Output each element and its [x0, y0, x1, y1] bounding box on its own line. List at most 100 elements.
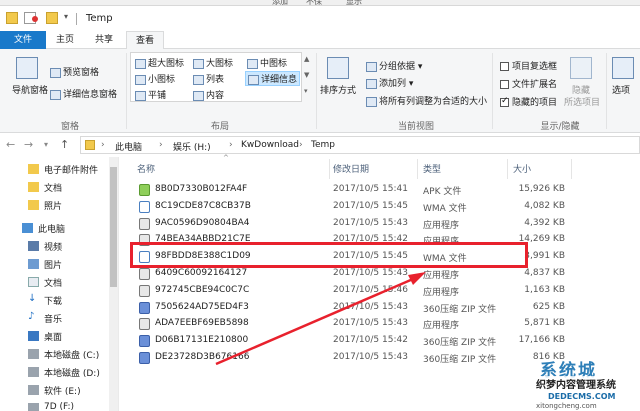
preview-pane-button[interactable]: 预览窗格: [50, 65, 99, 78]
scrollbar-thumb[interactable]: [110, 167, 117, 287]
sidebar-item-drive-f[interactable]: 7D (F:): [0, 399, 118, 411]
nav-pane-icon[interactable]: [16, 57, 38, 79]
sidebar-item-documents[interactable]: 文档: [0, 178, 118, 196]
column-divider[interactable]: [507, 159, 508, 179]
column-header-size[interactable]: 大小: [513, 162, 531, 175]
recent-locations-icon[interactable]: ▾: [44, 140, 48, 149]
sidebar-item-photos[interactable]: 照片: [0, 196, 118, 214]
file-size: 1,163 KB: [524, 284, 565, 295]
group-label-panes: 窗格: [60, 122, 79, 132]
item-checkboxes-toggle[interactable]: 项目复选框: [500, 59, 557, 72]
column-divider[interactable]: [329, 159, 330, 179]
item-checkboxes-checkbox[interactable]: [500, 62, 509, 71]
hidden-items-checkbox[interactable]: [500, 96, 509, 107]
options-button[interactable]: 选项: [612, 83, 630, 96]
layout-list[interactable]: 列表: [193, 72, 224, 85]
title-divider: [76, 13, 77, 25]
column-divider[interactable]: [571, 159, 572, 179]
tab-share[interactable]: 共享: [86, 31, 122, 49]
file-row[interactable]: 9AC0596D90804BA4 2017/10/5 15:43 应用程序 4,392…: [131, 216, 571, 232]
tab-home[interactable]: 主页: [48, 31, 82, 49]
tab-file[interactable]: 文件: [0, 31, 46, 49]
column-header-date[interactable]: 修改日期: [333, 162, 369, 175]
file-row[interactable]: 8C19CDE87C8CB37B 2017/10/5 15:45 WMA 文件 4,0…: [131, 199, 571, 215]
preview-pane-label: 预览窗格: [63, 68, 100, 78]
download-arrow-icon: ↓: [28, 293, 37, 304]
sidebar-scrollbar[interactable]: [109, 157, 118, 411]
layout-tiles[interactable]: 平铺: [135, 88, 166, 101]
sort-by-icon[interactable]: [327, 57, 349, 79]
file-row[interactable]: DE23728D3B676166 2017/10/5 15:43 360压缩 ZIP…: [131, 350, 571, 366]
breadcrumb-drive-h[interactable]: 娱乐 (H:): [173, 140, 211, 153]
group-label-current-view: 当前视图: [397, 122, 434, 132]
file-date: 2017/10/5 15:43: [333, 318, 408, 329]
sidebar-item-drive-e[interactable]: 软件 (E:): [0, 381, 118, 399]
nav-pane-button[interactable]: 导航窗格: [10, 83, 50, 96]
sidebar-item-downloads[interactable]: ↓ 下载: [0, 291, 118, 309]
layout-large[interactable]: 大图标: [193, 56, 233, 69]
file-row[interactable]: ADA7EEBF69EB5898 2017/10/5 15:43 应用程序 5,871…: [131, 316, 571, 332]
folder-icon: [6, 12, 18, 24]
sidebar-item-music[interactable]: ♪ 音乐: [0, 309, 118, 327]
hidden-items-toggle[interactable]: 隐藏的项目: [500, 95, 557, 108]
ribbon-divider: [126, 53, 127, 129]
music-note-icon: ♪: [28, 311, 35, 322]
file-row[interactable]: 8B0D7330B012FA4F 2017/10/5 15:41 APK 文件 15,…: [131, 182, 571, 198]
new-folder-icon[interactable]: [46, 12, 58, 24]
file-row[interactable]: 6409C60092164127 2017/10/5 15:43 应用程序 4,837…: [131, 266, 571, 282]
up-arrow-icon[interactable]: ↑: [60, 138, 69, 151]
sidebar-item-documents-2[interactable]: 文档: [0, 273, 118, 291]
sidebar-item-videos[interactable]: 视频: [0, 237, 118, 255]
details-pane-button[interactable]: 详细信息窗格: [50, 87, 117, 100]
sort-by-button[interactable]: 排序方式: [320, 83, 356, 96]
chevron-right-icon[interactable]: ›: [159, 140, 163, 150]
file-extensions-toggle[interactable]: 文件扩展名: [500, 77, 557, 90]
gallery-scroll-up-icon[interactable]: ▲: [304, 55, 309, 63]
column-header-name[interactable]: 名称: [137, 162, 155, 175]
address-bar[interactable]: › 此电脑 › 娱乐 (H:) › KwDownload › Temp: [80, 136, 640, 154]
layout-content[interactable]: 内容: [193, 88, 224, 101]
sidebar-item-drive-c[interactable]: 本地磁盘 (C:): [0, 345, 118, 363]
sidebar-item-email-attachments[interactable]: 电子邮件附件: [0, 160, 118, 178]
add-columns-button[interactable]: 添加列 ▾: [366, 76, 413, 89]
application-icon: [139, 268, 150, 280]
breadcrumb-this-pc[interactable]: 此电脑: [115, 140, 142, 153]
layout-medium[interactable]: 中图标: [247, 56, 287, 69]
desktop-icon: [28, 331, 39, 341]
drive-icon: [28, 385, 39, 395]
gallery-expand-icon[interactable]: ▾: [304, 87, 308, 95]
back-arrow-icon[interactable]: ←: [6, 138, 15, 151]
layout-extra-large[interactable]: 超大图标: [135, 56, 184, 69]
sidebar-item-desktop[interactable]: 桌面: [0, 327, 118, 345]
file-row[interactable]: 7505624AD75ED4F3 2017/10/5 15:43 360压缩 ZIP…: [131, 300, 571, 316]
sidebar-item-drive-d[interactable]: 本地磁盘 (D:): [0, 363, 118, 381]
chevron-right-icon[interactable]: ›: [299, 140, 303, 150]
chevron-right-icon[interactable]: ›: [229, 140, 233, 150]
hide-selected-icon[interactable]: [570, 57, 592, 79]
file-size: 15,926 KB: [518, 184, 565, 194]
chevron-right-icon[interactable]: ›: [101, 140, 105, 150]
sidebar-item-pictures[interactable]: 图片: [0, 255, 118, 273]
picture-icon: [28, 259, 39, 269]
layout-details[interactable]: 详细信息: [245, 71, 301, 86]
tab-view[interactable]: 查看: [126, 31, 164, 50]
breadcrumb-temp[interactable]: Temp: [311, 140, 335, 150]
options-icon[interactable]: [612, 57, 634, 79]
column-header-type[interactable]: 类型: [423, 162, 441, 175]
sidebar-item-this-pc[interactable]: 此电脑: [0, 219, 118, 237]
forward-arrow-icon[interactable]: →: [24, 138, 33, 151]
file-date: 2017/10/5 15:43: [333, 268, 408, 278]
file-row[interactable]: 972745CBE94C0C7C 2017/10/5 15:46 应用程序 1,163…: [131, 283, 571, 299]
hide-selected-label-2[interactable]: 所选项目: [564, 95, 600, 108]
file-row[interactable]: D06B17131E210800 2017/10/5 15:42 360压缩 ZIP…: [131, 333, 571, 349]
column-divider[interactable]: [417, 159, 418, 179]
breadcrumb-kwdownload[interactable]: KwDownload: [241, 140, 299, 150]
preview-pane-icon: [50, 67, 61, 78]
layout-gallery: 超大图标 大图标 中图标 小图标 列表 详细信息 平铺 内容: [130, 52, 302, 102]
qat-dropdown-icon[interactable]: ▾: [64, 12, 80, 24]
group-by-button[interactable]: 分组依据 ▾: [366, 59, 422, 72]
size-columns-button[interactable]: 将所有列调整为合适的大小: [366, 94, 487, 107]
file-extensions-checkbox[interactable]: [500, 80, 509, 89]
layout-small[interactable]: 小图标: [135, 72, 175, 85]
gallery-scroll-down-icon[interactable]: ▼: [304, 71, 309, 79]
